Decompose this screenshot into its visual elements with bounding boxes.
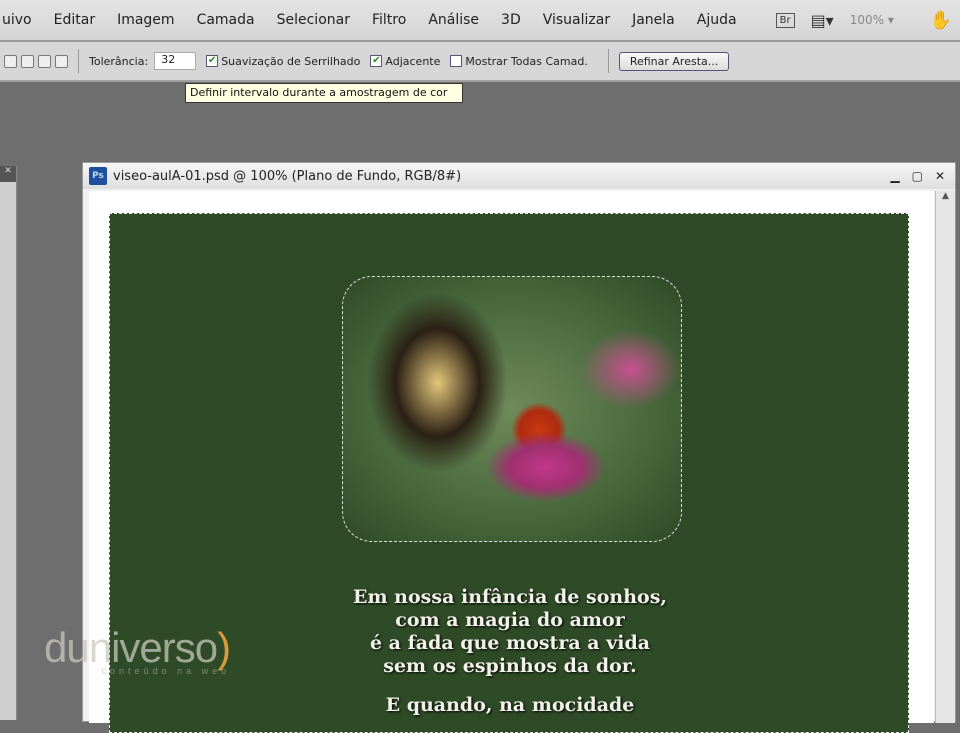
contiguous-label: Adjacente xyxy=(385,54,441,68)
poem-line: Em nossa infância de sonhos, xyxy=(352,586,668,608)
watermark-logo: duniverso) conteúdo na web xyxy=(44,624,231,676)
document-title-bar[interactable]: Ps viseo-aulA-01.psd @ 100% (Plano de Fu… xyxy=(83,163,955,189)
menu-camada[interactable]: Camada xyxy=(186,12,266,28)
new-selection-icon[interactable] xyxy=(4,54,17,68)
poem-line: E quando, na mocidade xyxy=(385,694,635,716)
divider xyxy=(607,49,609,73)
watermark-mark-icon: ) xyxy=(217,624,231,671)
menu-selecionar[interactable]: Selecionar xyxy=(266,12,361,28)
menu-janela[interactable]: Janela xyxy=(621,12,686,28)
sample-all-layers-checkbox[interactable]: Mostrar Todas Camad. xyxy=(450,54,588,68)
vertical-scrollbar[interactable]: ▲ xyxy=(935,191,955,723)
checkbox-unchecked-icon xyxy=(450,55,463,67)
refine-edge-button[interactable]: Refinar Aresta... xyxy=(618,51,730,71)
intersect-selection-icon[interactable] xyxy=(55,54,68,68)
menu-filtro[interactable]: Filtro xyxy=(361,12,417,28)
menu-bar: uivo Editar Imagem Camada Selecionar Fil… xyxy=(0,0,960,42)
zoom-level-dropdown[interactable]: 100% ▾ xyxy=(850,13,894,27)
divider xyxy=(78,49,79,73)
antialias-checkbox[interactable]: ✔ Suavização de Serrilhado xyxy=(206,55,360,68)
add-selection-icon[interactable] xyxy=(21,54,34,68)
tooltip: Definir intervalo durante a amostragem d… xyxy=(185,83,463,103)
hand-tool-icon[interactable]: ✋ xyxy=(930,10,952,31)
tolerance-input[interactable]: 32 xyxy=(154,52,197,70)
document-title: viseo-aulA-01.psd @ 100% (Plano de Fundo… xyxy=(113,168,462,184)
menu-visualizar[interactable]: Visualizar xyxy=(532,12,621,28)
menu-arquivo[interactable]: uivo xyxy=(0,12,43,28)
tools-panel[interactable]: ✕ xyxy=(0,166,17,720)
menu-analise[interactable]: Análise xyxy=(417,12,490,28)
menu-editar[interactable]: Editar xyxy=(43,12,106,28)
menu-imagem[interactable]: Imagem xyxy=(106,12,185,28)
photoshop-icon: Ps xyxy=(89,167,107,185)
subtract-selection-icon[interactable] xyxy=(38,54,51,68)
watermark-brand: duniverso xyxy=(44,624,218,671)
minimize-icon[interactable]: ▁ xyxy=(890,169,899,183)
checkbox-checked-icon: ✔ xyxy=(206,55,219,67)
butterfly-flower-photo-selection xyxy=(342,276,682,542)
close-icon[interactable]: ✕ xyxy=(0,166,16,182)
checkbox-checked-icon: ✔ xyxy=(370,55,383,67)
menu-3d[interactable]: 3D xyxy=(490,12,532,28)
sample-all-label: Mostrar Todas Camad. xyxy=(465,54,588,68)
scroll-up-icon[interactable]: ▲ xyxy=(936,191,955,209)
screen-mode-button[interactable]: ▤▾ xyxy=(811,11,834,30)
menu-ajuda[interactable]: Ajuda xyxy=(686,12,748,28)
zoom-level: 100% xyxy=(849,13,885,27)
bridge-button[interactable]: Br xyxy=(775,12,795,28)
options-bar: Tolerância: 32 ✔ Suavização de Serrilhado… xyxy=(0,42,960,82)
close-icon[interactable]: ✕ xyxy=(935,169,945,183)
tolerance-label: Tolerância: xyxy=(89,54,149,68)
maximize-icon[interactable]: ▢ xyxy=(912,169,923,183)
antialias-label: Suavização de Serrilhado xyxy=(221,54,361,68)
contiguous-checkbox[interactable]: ✔ Adjacente xyxy=(370,55,440,68)
